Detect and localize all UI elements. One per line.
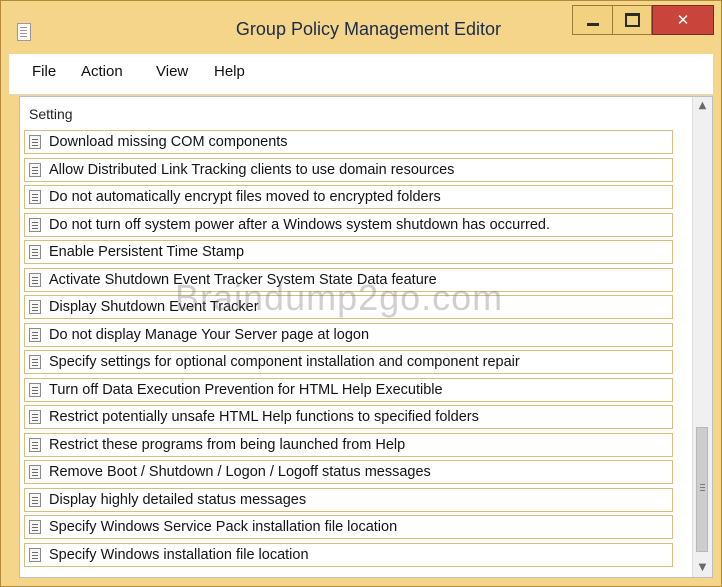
- setting-row[interactable]: Enable Persistent Time Stamp: [24, 240, 673, 264]
- policy-setting-icon: [29, 465, 41, 479]
- column-header-setting[interactable]: Setting: [29, 106, 73, 122]
- setting-label: Specify Windows Service Pack installatio…: [49, 519, 398, 535]
- scroll-up-arrow-icon[interactable]: ▲: [693, 97, 712, 115]
- menu-file[interactable]: File: [32, 63, 56, 80]
- setting-row[interactable]: Specify Windows Service Pack installatio…: [24, 515, 673, 539]
- setting-label: Do not display Manage Your Server page a…: [49, 326, 370, 343]
- setting-row[interactable]: Allow Distributed Link Tracking clients …: [24, 157, 673, 182]
- setting-label: Restrict these programs from being launc…: [49, 436, 406, 453]
- setting-row[interactable]: Restrict potentially unsafe HTML Help fu…: [24, 405, 673, 429]
- setting-row[interactable]: Specify Windows installation file locati…: [24, 542, 673, 567]
- minimize-button[interactable]: [572, 5, 612, 35]
- setting-label: Turn off Data Execution Prevention for H…: [49, 381, 443, 398]
- setting-row[interactable]: Download missing COM components: [24, 130, 673, 154]
- setting-label: Enable Persistent Time Stamp: [49, 244, 245, 260]
- policy-setting-icon: [29, 300, 41, 314]
- setting-label: Allow Distributed Link Tracking clients …: [49, 161, 455, 178]
- setting-label: Restrict potentially unsafe HTML Help fu…: [49, 409, 479, 425]
- policy-setting-icon: [29, 547, 41, 562]
- setting-label: Remove Boot / Shutdown / Logon / Logoff …: [49, 464, 431, 480]
- minimize-icon: [586, 22, 599, 26]
- setting-row[interactable]: Turn off Data Execution Prevention for H…: [24, 377, 673, 402]
- setting-label: Do not automatically encrypt files moved…: [49, 189, 441, 205]
- setting-row[interactable]: Restrict these programs from being launc…: [24, 432, 673, 457]
- setting-row[interactable]: Specify settings for optional component …: [24, 350, 673, 374]
- close-button[interactable]: ✕: [652, 5, 714, 35]
- maximize-button[interactable]: [612, 5, 652, 35]
- menu-bar: File Action View Help: [9, 54, 713, 95]
- policy-setting-icon: [29, 520, 41, 534]
- setting-row[interactable]: Do not automatically encrypt files moved…: [24, 185, 673, 209]
- menu-help[interactable]: Help: [214, 63, 245, 80]
- policy-setting-icon: [29, 217, 41, 232]
- setting-label: Do not turn off system power after a Win…: [49, 216, 551, 233]
- setting-label: Specify Windows installation file locati…: [49, 546, 309, 563]
- policy-setting-icon: [29, 437, 41, 452]
- policy-setting-icon: [29, 190, 41, 204]
- maximize-icon: [624, 13, 640, 27]
- setting-row[interactable]: Display highly detailed status messages: [24, 487, 673, 512]
- setting-label: Download missing COM components: [49, 134, 288, 150]
- policy-setting-icon: [29, 245, 41, 259]
- policy-setting-icon: [29, 162, 41, 177]
- watermark: Braindump2go.com: [175, 277, 504, 318]
- scroll-down-arrow-icon[interactable]: ▼: [693, 559, 712, 577]
- close-icon: ✕: [676, 11, 690, 29]
- grip-icon: [700, 484, 705, 485]
- scrollbar-thumb[interactable]: [696, 427, 708, 552]
- settings-list-pane: Setting Download missing COM components A…: [19, 96, 713, 578]
- policy-setting-icon: [29, 327, 41, 342]
- policy-setting-icon: [29, 382, 41, 397]
- policy-setting-icon: [29, 492, 41, 507]
- policy-setting-icon: [29, 410, 41, 424]
- policy-setting-icon: [29, 272, 41, 287]
- setting-row[interactable]: Remove Boot / Shutdown / Logon / Logoff …: [24, 460, 673, 484]
- setting-row[interactable]: Do not display Manage Your Server page a…: [24, 322, 673, 347]
- setting-label: Display highly detailed status messages: [49, 491, 307, 508]
- setting-label: Specify settings for optional component …: [49, 354, 520, 370]
- policy-setting-icon: [29, 355, 41, 369]
- menu-view[interactable]: View: [156, 63, 188, 80]
- window: Group Policy Management Editor ✕ File Ac…: [0, 0, 722, 587]
- menu-action[interactable]: Action: [81, 63, 123, 80]
- vertical-scrollbar[interactable]: ▲ ▼: [692, 97, 712, 577]
- setting-row[interactable]: Do not turn off system power after a Win…: [24, 212, 673, 237]
- policy-setting-icon: [29, 135, 41, 149]
